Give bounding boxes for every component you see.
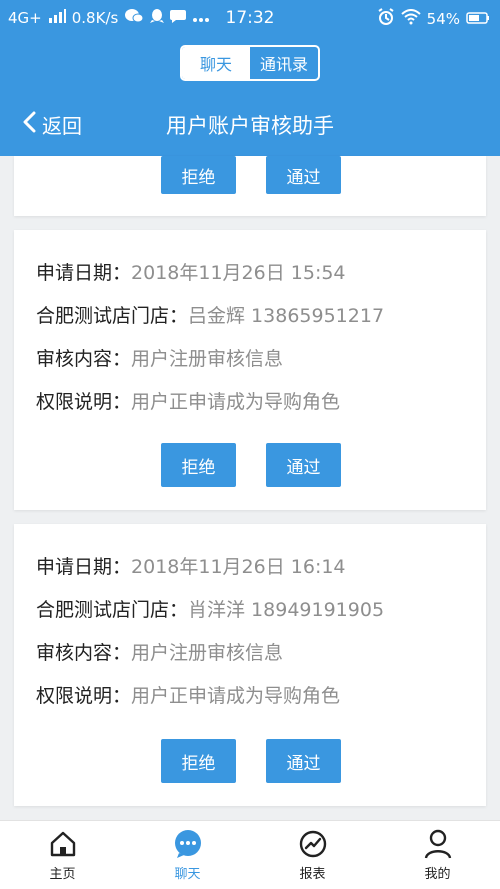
request-card-partial: 拒绝 通过 [14,156,486,216]
tab-contacts-segment[interactable]: 通讯录 [250,47,318,79]
permission-value: 用户正申请成为导购角色 [131,391,341,413]
request-details: 申请日期： 2018年11月26日 15:54 合肥测试店门店： 吕金辉 138… [36,250,384,422]
home-icon [48,829,78,859]
store-value: 吕金辉 13865951217 [188,305,385,327]
bottom-tab-bar: 主页 聊天 报表 我的 [0,820,500,889]
date-value: 2018年11月26日 16:14 [131,556,346,578]
content-row: 审核内容： 用户注册审核信息 [36,630,384,673]
content-label: 审核内容： [36,348,132,370]
profile-icon [423,829,453,859]
store-value: 肖洋洋 18949191905 [188,599,385,621]
permission-value: 用户正申请成为导购角色 [131,685,341,707]
content-label: 审核内容： [36,642,132,664]
tab-report-label: 报表 [299,867,326,882]
status-right: 54% [377,8,490,30]
view-switch: 聊天 通讯录 [180,45,320,81]
alarm-icon [377,8,395,30]
tab-profile[interactable]: 我的 [375,821,500,889]
date-row: 申请日期： 2018年11月26日 15:54 [36,250,384,293]
store-label: 合肥测试店门店： [36,305,189,327]
approve-button[interactable]: 通过 [266,739,341,783]
tab-report[interactable]: 报表 [250,821,375,889]
permission-label: 权限说明： [36,391,132,413]
request-card: 申请日期： 2018年11月26日 16:14 合肥测试店门店： 肖洋洋 189… [14,524,486,806]
approve-button[interactable]: 通过 [266,156,341,194]
permission-label: 权限说明： [36,685,132,707]
battery-label: 54% [426,10,460,28]
store-label: 合肥测试店门店： [36,599,189,621]
content-value: 用户注册审核信息 [131,348,284,370]
header: 4G+ 0.8K/s 17:32 54% 聊天 通讯录 返回 用户账户审核助手 [0,0,500,156]
request-card: 申请日期： 2018年11月26日 15:54 合肥测试店门店： 吕金辉 138… [14,230,486,510]
navigation-bar: 返回 用户账户审核助手 [0,98,500,152]
status-bar: 4G+ 0.8K/s 17:32 54% [0,0,500,34]
battery-icon [466,10,490,28]
date-value: 2018年11月26日 15:54 [131,262,346,284]
chat-icon [173,829,203,859]
content-value: 用户注册审核信息 [131,642,284,664]
reject-button[interactable]: 拒绝 [161,739,236,783]
reject-button[interactable]: 拒绝 [161,156,236,194]
page-title: 用户账户审核助手 [166,114,334,138]
content-row: 审核内容： 用户注册审核信息 [36,336,384,379]
permission-row: 权限说明： 用户正申请成为导购角色 [36,379,384,422]
store-row: 合肥测试店门店： 吕金辉 13865951217 [36,293,384,336]
approve-button[interactable]: 通过 [266,443,341,487]
tab-profile-label: 我的 [424,867,451,882]
tab-chat[interactable]: 聊天 [125,821,250,889]
store-row: 合肥测试店门店： 肖洋洋 18949191905 [36,587,384,630]
report-icon [298,829,328,859]
card-actions: 拒绝 通过 [161,156,341,194]
tab-home[interactable]: 主页 [0,821,125,889]
wifi-icon [400,9,421,29]
permission-row: 权限说明： 用户正申请成为导购角色 [36,673,384,716]
card-actions: 拒绝 通过 [161,739,341,783]
tab-home-label: 主页 [49,867,76,882]
date-label: 申请日期： [36,556,132,578]
request-details: 申请日期： 2018年11月26日 16:14 合肥测试店门店： 肖洋洋 189… [36,544,384,716]
card-actions: 拒绝 通过 [161,443,341,487]
tab-chat-segment[interactable]: 聊天 [182,47,250,79]
reject-button[interactable]: 拒绝 [161,443,236,487]
date-label: 申请日期： [36,262,132,284]
date-row: 申请日期： 2018年11月26日 16:14 [36,544,384,587]
tab-chat-label: 聊天 [174,867,201,882]
